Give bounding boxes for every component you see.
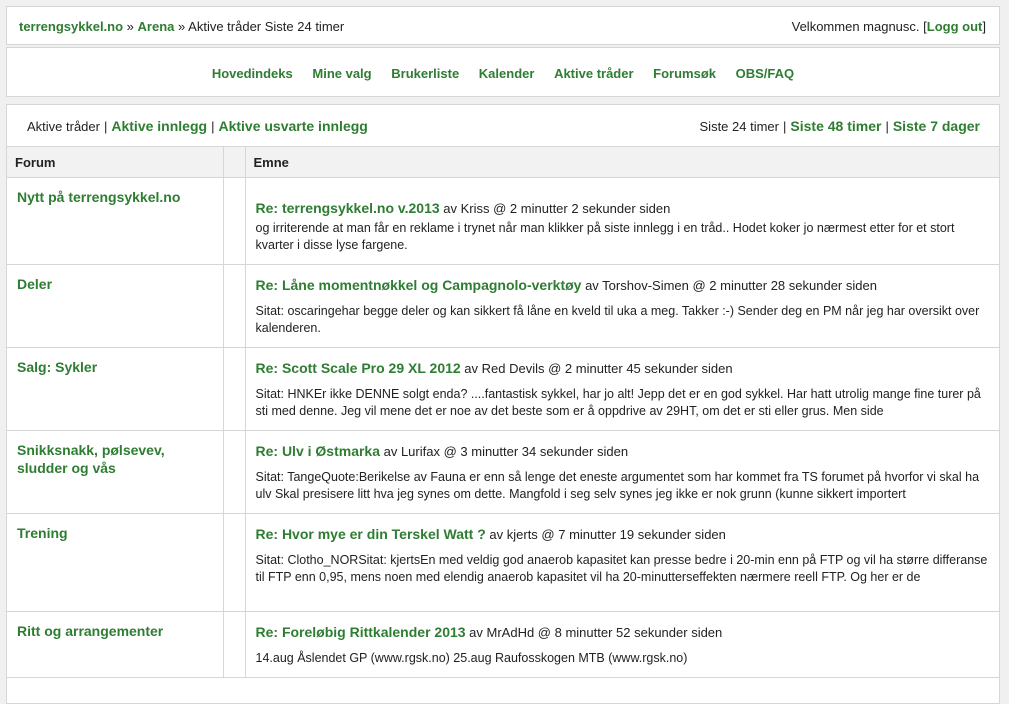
thread-title-link[interactable]: Re: Foreløbig Rittkalender 2013 [256, 624, 466, 640]
forum-link[interactable]: Trening [17, 525, 68, 541]
nav-aktive-trader[interactable]: Aktive tråder [554, 66, 633, 81]
forum-link[interactable]: Deler [17, 276, 52, 292]
forum-cell: Salg: Sykler [7, 347, 223, 431]
post-meta: av Lurifax @ 3 minutter 34 sekunder side… [380, 444, 629, 459]
forum-link[interactable]: Snikksnakk, pølsevev, sludder og vås [17, 442, 165, 476]
table-row: Nytt på terrengsykkel.no Re: terrengsykk… [7, 177, 999, 265]
logout-link[interactable]: Logg out [927, 19, 983, 34]
forum-link[interactable]: Salg: Sykler [17, 359, 97, 375]
filter-separator: | [211, 119, 215, 134]
thread-title-link[interactable]: Re: terrengsykkel.no v.2013 [256, 200, 440, 216]
filter-unanswered-link[interactable]: Aktive usvarte innlegg [218, 118, 367, 134]
post-excerpt: Sitat: Clotho_NORSitat: kjertsEn med vel… [255, 553, 988, 584]
breadcrumb: terrengsykkel.no » Arena » Aktive tråder… [19, 19, 344, 34]
breadcrumb-separator: » [126, 19, 134, 34]
forum-cell: Snikksnakk, pølsevev, sludder og vås [7, 430, 223, 514]
nav-mine-valg[interactable]: Mine valg [312, 66, 371, 81]
breadcrumb-separator: » [178, 19, 186, 34]
post-excerpt: Sitat: oscaringehar begge deler og kan s… [255, 304, 980, 335]
post-cell: Re: terrengsykkel.no v.2013 av Kriss @ 2… [245, 177, 999, 265]
period-separator: | [783, 119, 787, 134]
forum-cell: Ritt og arrangementer [7, 611, 223, 678]
nav-hovedindeks[interactable]: Hovedindeks [212, 66, 293, 81]
nav-kalender[interactable]: Kalender [479, 66, 535, 81]
period-filters: Siste 24 timer | Siste 48 timer | Siste 7 da… [700, 118, 980, 134]
table-row: Snikksnakk, pølsevev, sludder og vås Re:… [7, 430, 999, 514]
table-row: Ritt og arrangementer Re: Foreløbig Ritt… [7, 611, 999, 678]
table-row: Trening Re: Hvor mye er din Terskel Watt… [7, 513, 999, 612]
post-meta: av kjerts @ 7 minutter 19 sekunder siden [485, 527, 726, 542]
spacer-cell [222, 430, 246, 514]
column-header-subject: Emne [245, 146, 999, 178]
period-separator: | [885, 119, 889, 134]
period-7d-link[interactable]: Siste 7 dager [893, 118, 980, 134]
period-current: Siste 24 timer [699, 119, 779, 134]
post-excerpt: Sitat: HNKEr ikke DENNE solgt enda? ....… [255, 387, 981, 418]
post-excerpt: Sitat: TangeQuote:Berikelse av Fauna er … [255, 470, 980, 501]
post-excerpt: og irriterende at man får en reklame i t… [255, 221, 955, 252]
post-cell: Re: Foreløbig Rittkalender 2013 av MrAdH… [245, 611, 999, 678]
post-cell: Re: Låne momentnøkkel og Campagnolo-verk… [245, 264, 999, 348]
nav-forumsok[interactable]: Forumsøk [653, 66, 716, 81]
top-bar: terrengsykkel.no » Arena » Aktive tråder… [6, 6, 1000, 45]
table-row: Salg: Sykler Re: Scott Scale Pro 29 XL 2… [7, 347, 999, 431]
spacer-cell [222, 347, 246, 431]
filter-active-posts-link[interactable]: Aktive innlegg [111, 118, 207, 134]
bracket-close: ] [982, 19, 986, 34]
thread-title-link[interactable]: Re: Ulv i Østmarka [256, 443, 381, 459]
user-welcome: Velkommen magnusc. [Logg out] [792, 19, 986, 34]
nav-items: Hovedindeks Mine valg Brukerliste Kalend… [7, 66, 999, 81]
table-row: Deler Re: Låne momentnøkkel og Campagnol… [7, 264, 999, 348]
breadcrumb-arena-link[interactable]: Arena [138, 19, 175, 34]
nav-brukerliste[interactable]: Brukerliste [391, 66, 459, 81]
post-meta: av Kriss @ 2 minutter 2 sekunder siden [439, 201, 671, 216]
post-meta: av Torshov-Simen @ 2 minutter 28 sekunde… [581, 278, 877, 293]
filter-current: Aktive tråder [27, 119, 100, 134]
threads-table: Forum Emne Nytt på terrengsykkel.no Re: … [7, 146, 999, 678]
forum-cell: Trening [7, 513, 223, 612]
breadcrumb-site-link[interactable]: terrengsykkel.no [19, 19, 123, 34]
column-header-spacer [222, 146, 246, 178]
spacer-cell [222, 264, 246, 348]
post-excerpt: 14.aug Åslendet GP (www.rgsk.no) 25.aug … [255, 651, 688, 665]
breadcrumb-current: Aktive tråder Siste 24 timer [188, 19, 345, 34]
filter-separator: | [103, 119, 108, 134]
forum-cell: Nytt på terrengsykkel.no [7, 177, 223, 265]
spacer-cell [222, 177, 246, 265]
thread-title-link[interactable]: Re: Låne momentnøkkel og Campagnolo-verk… [256, 277, 582, 293]
table-header-row: Forum Emne [7, 146, 999, 178]
column-header-forum: Forum [7, 146, 223, 178]
forum-link[interactable]: Nytt på terrengsykkel.no [17, 189, 180, 205]
post-meta: av MrAdHd @ 8 minutter 52 sekunder siden [465, 625, 723, 640]
thread-filters: Aktive tråder | Aktive innlegg | Aktive usva… [27, 118, 368, 134]
thread-title-link[interactable]: Re: Scott Scale Pro 29 XL 2012 [256, 360, 461, 376]
welcome-text: Velkommen magnusc. [791, 19, 920, 34]
forum-link[interactable]: Ritt og arrangementer [17, 623, 163, 639]
spacer-cell [222, 513, 246, 612]
active-threads-panel: Aktive tråder | Aktive innlegg | Aktive usva… [6, 104, 1000, 704]
main-nav: Hovedindeks Mine valg Brukerliste Kalend… [6, 47, 1000, 97]
nav-obs-faq[interactable]: OBS/FAQ [736, 66, 795, 81]
spacer-cell [222, 611, 246, 678]
thread-title-link[interactable]: Re: Hvor mye er din Terskel Watt ? [256, 526, 486, 542]
post-meta: av Red Devils @ 2 minutter 45 sekunder s… [460, 361, 733, 376]
period-48h-link[interactable]: Siste 48 timer [790, 118, 881, 134]
post-cell: Re: Scott Scale Pro 29 XL 2012 av Red De… [245, 347, 999, 431]
post-cell: Re: Hvor mye er din Terskel Watt ? av kj… [245, 513, 999, 612]
post-cell: Re: Ulv i Østmarka av Lurifax @ 3 minutt… [245, 430, 999, 514]
forum-cell: Deler [7, 264, 223, 348]
